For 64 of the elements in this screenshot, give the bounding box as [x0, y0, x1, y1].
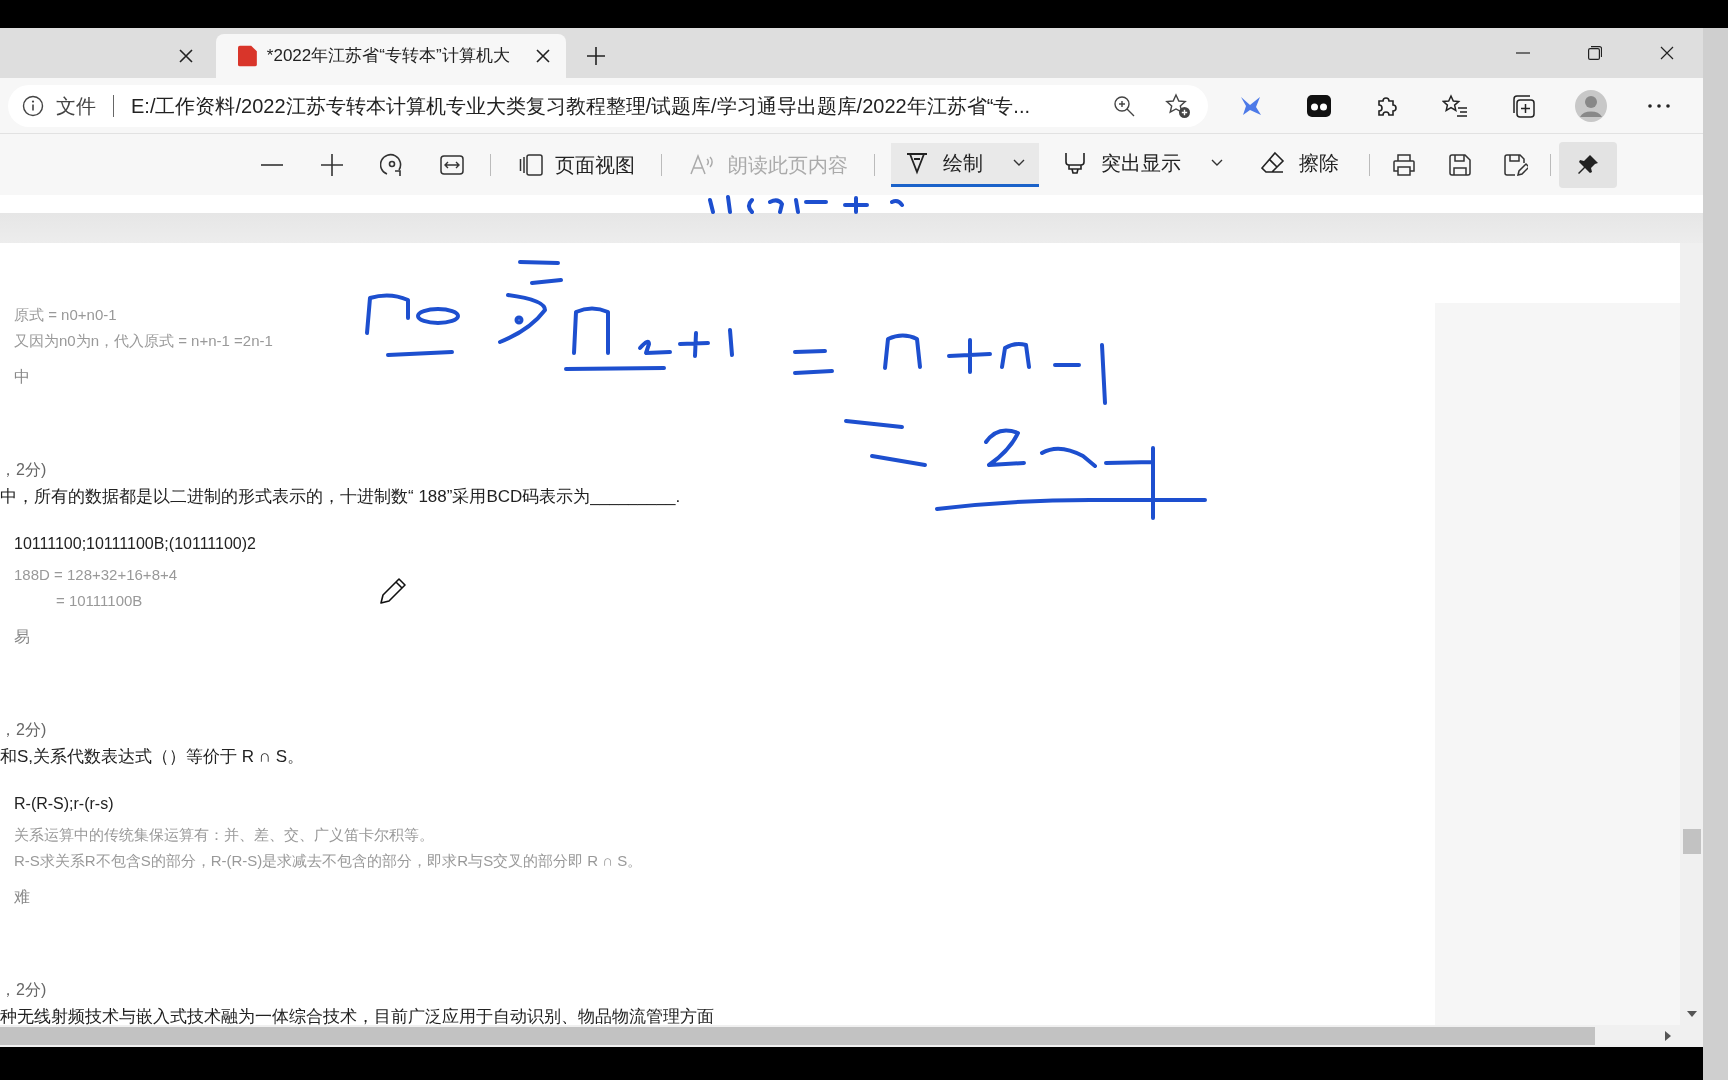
avatar-icon: [1575, 89, 1607, 122]
answer-text: R-(R-S);r-(r-s): [14, 794, 115, 814]
scroll-down-icon[interactable]: [1686, 1011, 1697, 1017]
url-text: E:/工作资料/2022江苏专转本计算机专业大类复习教程整理/试题库/学习通导出题库/2022年江苏省“专...: [131, 93, 1030, 119]
pin-icon: [1577, 153, 1599, 176]
save-icon: [1449, 153, 1471, 176]
scrollbar-thumb[interactable]: [1682, 829, 1701, 854]
bird-icon: [1239, 94, 1263, 117]
fit-width-icon: [440, 154, 464, 175]
pdf-icon: [238, 45, 257, 67]
minimize-icon: [1516, 52, 1530, 54]
collections-icon: [1510, 92, 1536, 119]
close-icon: [179, 49, 193, 63]
plus-icon: [321, 153, 343, 176]
ellipsis-icon: [1648, 103, 1670, 108]
explanation-text: = 10111100B: [56, 591, 143, 611]
info-icon: [22, 94, 44, 117]
scrollbar-thumb[interactable]: [0, 1027, 1595, 1045]
chevron-down-icon: [1013, 159, 1025, 167]
score-text: ，2分): [0, 460, 48, 480]
explanation-text: 又因为n0为n，代入原式 = n+n-1 =2n-1: [14, 331, 273, 351]
glasses-icon: [1307, 94, 1331, 117]
question-text: 和S,关系代数表达式（）等价于 R ∩ S。: [0, 746, 306, 768]
difficulty-text: 易: [14, 627, 31, 647]
printer-icon: [1392, 153, 1416, 176]
tool-button[interactable]: 擦除: [1247, 142, 1353, 187]
question-text: 种无线射频技术与嵌入式技术融为一体综合技术，目前广泛应用于自动识别、物品物流管理方面: [0, 1006, 715, 1028]
eraser-icon: [1261, 151, 1285, 175]
page-view-icon: [519, 153, 543, 176]
star-plus-icon: [1165, 92, 1191, 119]
explanation-text: R-S求关系R不包含S的部分，R-(R-S)是求减去不包含的部分，即求R与S交叉的部分即 R ∩ S。: [14, 851, 643, 871]
highlighter-icon: [1063, 151, 1087, 175]
site-label: 文件: [56, 93, 96, 119]
pen-icon: [905, 151, 929, 175]
zoom-in-icon: [1113, 94, 1135, 117]
star-list-icon: [1442, 93, 1468, 118]
close-icon: [1660, 46, 1674, 60]
horizontal-scrollbar[interactable]: [0, 1025, 1703, 1047]
minus-icon: [261, 163, 283, 166]
address-field[interactable]: 文件 E:/工作资料/2022江苏专转本计算机专业大类复习教程整理/试题库/学习通导出题库/2022年江苏省“专...: [8, 84, 1208, 127]
save-edit-icon: [1504, 153, 1528, 176]
question-text: 中，所有的数据都是以二进制的形式表示的，十进制数“ 188”采用BCD码表示为_________.: [0, 486, 682, 508]
rotate-icon: [380, 151, 404, 178]
pin-toolbar-button[interactable]: [1559, 141, 1617, 188]
tool-button[interactable]: 突出显示: [1049, 142, 1237, 187]
tool-button[interactable]: 绘制: [891, 142, 1039, 187]
score-text: ，2分): [0, 720, 48, 740]
score-text: ，2分): [0, 980, 48, 1000]
difficulty-text: 难: [14, 887, 31, 907]
plus-icon: [586, 46, 606, 66]
restore-icon: [1588, 46, 1602, 60]
scroll-right-icon[interactable]: [1665, 1031, 1671, 1041]
explanation-text: 原式 = n0+n0-1: [14, 305, 117, 325]
explanation-text: 188D = 128+32+16+8+4: [14, 565, 178, 585]
read-aloud-icon: [690, 153, 716, 176]
vertical-scrollbar[interactable]: [1680, 243, 1703, 1025]
browser-tab[interactable]: *2022年江苏省“专转本”计算机大: [216, 34, 566, 78]
chevron-down-icon: [1211, 159, 1223, 167]
close-icon: [535, 49, 550, 63]
explanation-text: 关系运算中的传统集保运算有：并、差、交、广义笛卡尔积等。: [14, 825, 434, 845]
answer-text: 10111100;10111100B;(10111100)2: [14, 534, 257, 554]
page-view-button[interactable]: 页面视图: [509, 142, 645, 187]
difficulty-text: 中: [14, 367, 31, 387]
pen-cursor-icon: [378, 576, 408, 606]
